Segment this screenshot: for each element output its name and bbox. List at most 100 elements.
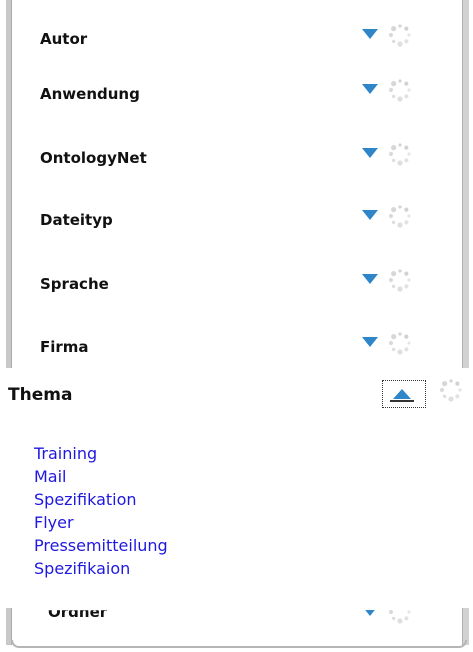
spinner-dot [448,396,454,402]
list-item[interactable]: Spezifikation [34,488,168,511]
spinner-dot [398,24,402,28]
facet-row-sprache[interactable]: Sprache [40,269,460,299]
spinner-dot [388,32,394,38]
spinner-dot [397,160,403,166]
spinner-dot [391,145,397,151]
spinner-dot [397,286,403,292]
collapse-button[interactable] [382,380,426,408]
spinner-dot [404,284,409,289]
spinner-dot [392,94,396,98]
spinner-dot [391,81,397,87]
list-item[interactable]: Pressemitteilung [34,534,168,557]
chevron-down-icon[interactable] [362,29,378,39]
chevron-down-icon[interactable] [362,210,378,220]
chevron-down-icon[interactable] [362,148,378,158]
spinner-dot [404,347,409,352]
spinner-dot [392,220,396,224]
facet-row-firma[interactable]: Firma [40,332,460,362]
spinner-dot [388,87,394,93]
chevron-up-icon [393,389,411,399]
spinner-dot [404,94,409,99]
chevron-down-icon[interactable] [362,274,378,284]
spinner-dot [407,152,411,156]
spinner-dot [404,26,409,31]
spinner-dot [398,332,402,336]
loading-spinner-icon [388,332,411,355]
spinner-dot [391,334,397,340]
loading-spinner-icon [439,379,462,402]
spinner-dot [397,222,403,228]
facet-row-anwendung[interactable]: Anwendung [40,79,460,109]
spinner-dot [458,388,462,392]
spinner-dot [443,394,447,398]
facet-panel: Autor Anwendung OntologyNet Dateityp Spr… [0,0,473,652]
spinner-dot [407,341,411,345]
spinner-dot [397,349,403,355]
facet-row-dateityp[interactable]: Dateityp [40,205,460,235]
spinner-dot [389,610,393,614]
spinner-dot [407,610,410,613]
thema-value-list: Training Mail Spezifikation Flyer Presse… [34,442,168,580]
facet-label: Dateityp [40,211,113,229]
chevron-down-icon[interactable] [362,337,378,347]
list-item[interactable]: Spezifikaion [34,557,168,580]
facet-label: Autor [40,30,88,48]
spinner-dot [404,207,409,212]
spinner-dot [455,381,460,386]
spinner-dot [397,96,403,102]
spinner-dot [392,158,396,162]
facet-row-autor[interactable]: Autor [40,24,460,54]
spinner-dot [404,158,409,163]
spinner-dot [392,39,396,43]
spinner-dot [439,387,445,393]
spinner-dot [398,79,402,83]
spinner-dot [404,145,409,150]
facet-row-ontologynet[interactable]: OntologyNet [40,143,460,173]
spinner-dot [404,271,409,276]
spinner-dot [404,334,409,339]
spinner-dot [397,41,403,47]
list-item[interactable]: Mail [34,465,168,488]
facet-label: Anwendung [40,85,140,103]
spinner-dot [404,616,408,620]
chevron-down-icon[interactable] [362,84,378,94]
thema-popup: Thema Training Mail Spezifikation Flyer … [0,368,473,608]
spinner-dot [397,618,402,623]
loading-spinner-icon [388,79,411,102]
panel-bottom-border [11,640,467,648]
spinner-dot [392,347,396,351]
list-item[interactable]: Training [34,442,168,465]
loading-spinner-icon [388,143,411,166]
spinner-dot [392,617,395,620]
list-item[interactable]: Flyer [34,511,168,534]
facet-label: OntologyNet [40,149,147,167]
spinner-dot [404,81,409,86]
spinner-dot [404,39,409,44]
spinner-dot [388,277,394,283]
spinner-dot [388,340,394,346]
loading-spinner-icon [388,205,411,228]
spinner-dot [407,88,411,92]
spinner-dot [388,151,394,157]
spinner-dot [391,271,397,277]
spinner-dot [455,394,460,399]
spinner-dot [391,26,397,32]
spinner-dot [442,381,448,387]
spinner-dot [398,205,402,209]
facet-label: Sprache [40,275,109,293]
spinner-dot [398,143,402,147]
loading-spinner-icon [388,269,411,292]
spinner-dot [407,278,411,282]
spinner-dot [398,269,402,273]
popup-title: Thema [8,385,73,405]
collapse-underline [390,400,414,402]
spinner-dot [404,220,409,225]
loading-spinner-icon [388,24,411,47]
facet-label: Firma [40,338,89,356]
spinner-dot [388,213,394,219]
spinner-dot [391,207,397,213]
spinner-dot [407,214,411,218]
spinner-dot [407,33,411,37]
spinner-dot [449,379,453,383]
spinner-dot [392,284,396,288]
